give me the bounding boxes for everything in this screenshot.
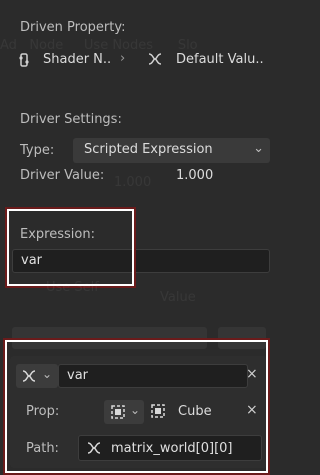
driven-item-shader[interactable]: Shader N.. xyxy=(43,52,111,67)
prop-label: Prop: xyxy=(26,404,60,419)
path-value: matrix_world[0][0] xyxy=(111,441,233,456)
add-input-variable-button[interactable] xyxy=(12,327,207,349)
expression-value: var xyxy=(21,253,43,268)
expression-label: Expression: xyxy=(20,227,95,242)
expression-input[interactable]: var xyxy=(12,249,270,273)
object-icon xyxy=(110,404,126,420)
expression-highlight-box xyxy=(5,207,136,288)
chevron-down-icon: ⌄ xyxy=(130,403,141,417)
variable-type-selector[interactable]: ⌄ xyxy=(16,364,58,388)
driven-property-header: Driven Property: xyxy=(20,20,126,35)
driver-settings-header: Driver Settings: xyxy=(20,112,122,127)
driver-curve-icon xyxy=(146,50,164,68)
background-ghost-text-2: Use Self xyxy=(46,280,99,295)
type-dropdown-value: Scripted Expression xyxy=(84,142,213,157)
object-icon xyxy=(150,403,166,419)
background-ghost-text: Ad Node Use Nodes Slo xyxy=(0,38,198,53)
path-input[interactable]: matrix_world[0][0] xyxy=(78,435,262,461)
driven-item-default-value[interactable]: Default Valu.. xyxy=(176,52,264,67)
background-ghost-value: 1.000 xyxy=(114,175,152,190)
type-label: Type: xyxy=(20,143,55,158)
chevron-right-icon: › xyxy=(120,51,126,66)
variable-name: var xyxy=(67,368,89,383)
chevron-down-icon: ⌄ xyxy=(42,367,53,381)
type-dropdown[interactable]: Scripted Expression ⌄ xyxy=(73,138,270,163)
clear-object-icon[interactable]: × xyxy=(246,402,258,418)
remove-variable-icon[interactable]: × xyxy=(246,366,258,382)
path-label: Path: xyxy=(26,441,59,456)
driver-variable-icon xyxy=(20,367,38,385)
chevron-down-icon: ⌄ xyxy=(253,141,264,156)
rna-path-icon xyxy=(85,439,103,457)
prop-object-value[interactable]: Cube xyxy=(178,404,212,419)
background-ghost-text-3: Value xyxy=(160,290,196,305)
driver-value-label: Driver Value: xyxy=(20,168,105,183)
variable-name-input[interactable]: var xyxy=(58,364,248,388)
shader-node-icon xyxy=(16,52,32,68)
driver-value: 1.000 xyxy=(176,168,214,183)
id-type-selector[interactable]: ⌄ xyxy=(104,400,144,424)
copy-paste-variables-button[interactable] xyxy=(218,327,266,349)
